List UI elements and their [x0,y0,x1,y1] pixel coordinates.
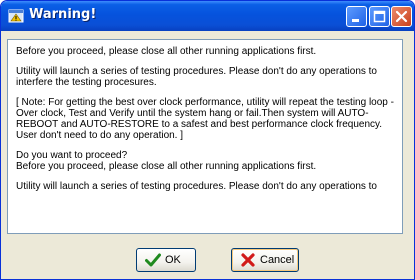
message-paragraph: Utility will launch a series of testing … [16,66,380,88]
green-checkmark-icon [145,252,161,268]
warning-window-icon [8,8,24,24]
message-paragraph: [ Note: For getting the best over clock … [16,97,397,141]
message-paragraph: Do you want to proceed? Before you proce… [16,150,317,172]
message-text: Before you proceed, please close all oth… [16,46,396,201]
close-icon [395,10,408,23]
title-bar[interactable]: Warning! [1,1,414,31]
maximize-button[interactable] [369,6,390,27]
minimize-icon [352,19,359,22]
message-paragraph: Utility will launch a series of testing … [16,181,377,192]
message-text-box[interactable]: Before you proceed, please close all oth… [7,39,403,234]
close-button[interactable] [391,6,412,27]
cancel-button-label: Cancel [260,254,295,266]
ok-button-label: OK [165,254,181,266]
message-paragraph: Before you proceed, please close all oth… [16,46,317,57]
warning-dialog: Warning! Before you proceed, please clos… [0,0,415,280]
maximize-icon [373,10,386,23]
window-title: Warning! [29,7,97,22]
cancel-button[interactable]: Cancel [231,248,299,272]
minimize-button[interactable] [346,6,367,27]
red-x-icon [240,252,256,268]
ok-button[interactable]: OK [136,248,196,272]
